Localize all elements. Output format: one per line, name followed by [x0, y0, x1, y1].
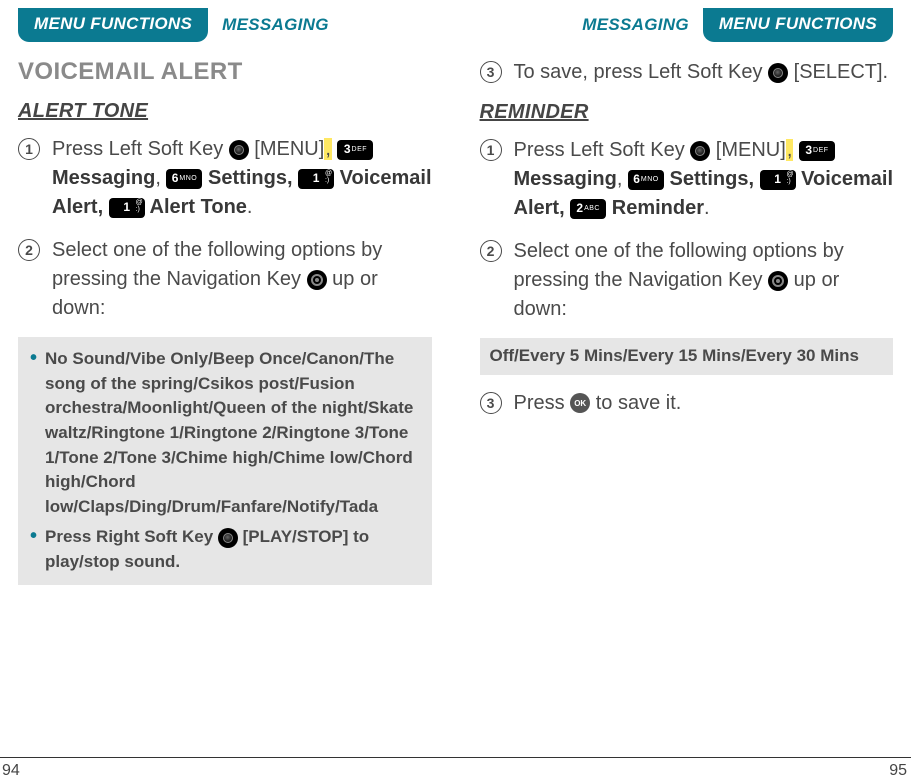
header-left: MENU FUNCTIONS MESSAGING — [18, 8, 432, 42]
text: [MENU] — [249, 138, 325, 160]
step-3: 3 Press OK to save it. — [480, 389, 894, 418]
subhead-alert-tone: ALERT TONE — [18, 100, 432, 123]
text: Off/Every 5 Mins/Every 15 Mins/Every 30 … — [490, 346, 859, 365]
tab-menu-functions: MENU FUNCTIONS — [703, 8, 893, 42]
key-6mno-icon: 6MNO — [166, 169, 202, 189]
steps-reminder-cont: 3 Press OK to save it. — [480, 389, 894, 418]
text: To save, press Left Soft Key — [514, 61, 769, 83]
ok-key-icon: OK — [570, 393, 590, 413]
text: Press Left Soft Key — [52, 138, 229, 160]
options-box-reminder: Off/Every 5 Mins/Every 15 Mins/Every 30 … — [480, 338, 894, 375]
list-item: • No Sound/Vibe Only/Beep Once/Canon/The… — [30, 347, 422, 519]
list-item: • Press Right Soft Key [PLAY/STOP] to pl… — [30, 525, 422, 574]
step-number-2: 2 — [480, 240, 502, 262]
text: Press — [514, 392, 571, 414]
left-soft-key-icon — [229, 140, 249, 160]
text: Press Left Soft Key — [514, 139, 691, 161]
text: Messaging — [514, 168, 617, 190]
step-1: 1 Press Left Soft Key [MENU], 3DEF Messa… — [480, 136, 894, 223]
section-title: VOICEMAIL ALERT — [18, 58, 432, 86]
crumb-messaging: MESSAGING — [222, 15, 329, 35]
key-6mno-icon: 6MNO — [628, 170, 664, 190]
text: Alert Tone — [145, 196, 247, 218]
crumb-messaging: MESSAGING — [582, 15, 689, 35]
highlight: , — [324, 138, 332, 160]
page-95: MESSAGING MENU FUNCTIONS 3 To save, pres… — [456, 0, 911, 782]
key-1-icon: 1@:) — [109, 198, 145, 218]
step-number-1: 1 — [18, 138, 40, 160]
text: Settings, — [664, 168, 754, 190]
steps-continued: 3 To save, press Left Soft Key [SELECT]. — [480, 58, 894, 87]
text: to save it. — [590, 392, 681, 414]
highlight: , — [786, 139, 794, 161]
nav-key-icon — [307, 270, 327, 290]
text: , — [617, 168, 628, 190]
page-94: MENU FUNCTIONS MESSAGING VOICEMAIL ALERT… — [0, 0, 456, 782]
key-2abc-icon: 2ABC — [570, 199, 606, 219]
text: Reminder — [612, 197, 704, 219]
left-soft-key-icon — [768, 63, 788, 83]
header-right: MESSAGING MENU FUNCTIONS — [480, 8, 894, 42]
tab-menu-functions: MENU FUNCTIONS — [18, 8, 208, 42]
steps-alert-tone: 1 Press Left Soft Key [MENU], 3DEF Messa… — [18, 135, 432, 323]
key-1-icon: 1@:) — [760, 170, 796, 190]
text: . — [247, 196, 253, 218]
steps-reminder: 1 Press Left Soft Key [MENU], 3DEF Messa… — [480, 136, 894, 324]
subhead-reminder: REMINDER — [480, 101, 894, 124]
step-number-2: 2 — [18, 239, 40, 261]
step-number-1: 1 — [480, 139, 502, 161]
options-box-alert-tone: • No Sound/Vibe Only/Beep Once/Canon/The… — [18, 337, 432, 585]
bullet-icon: • — [30, 348, 37, 519]
footer-left: 94 — [0, 757, 456, 780]
step-2: 2 Select one of the following options by… — [480, 237, 894, 324]
step-1: 1 Press Left Soft Key [MENU], 3DEF Messa… — [18, 135, 432, 222]
text: Press Right Soft Key — [45, 527, 218, 546]
text: No Sound/Vibe Only/Beep Once/Canon/The s… — [45, 347, 421, 519]
step-2: 2 Select one of the following options by… — [18, 236, 432, 323]
text: Settings, — [202, 167, 292, 189]
text: [MENU] — [710, 139, 786, 161]
step-number-3: 3 — [480, 392, 502, 414]
right-soft-key-icon — [218, 528, 238, 548]
key-1-icon: 1@:) — [298, 169, 334, 189]
text: . — [704, 197, 710, 219]
page-number: 95 — [889, 762, 907, 780]
step-3: 3 To save, press Left Soft Key [SELECT]. — [480, 58, 894, 87]
text: Messaging — [52, 167, 155, 189]
page-number: 94 — [2, 762, 20, 780]
text: , — [155, 167, 166, 189]
footer-right: 95 — [456, 757, 911, 780]
key-3def-icon: 3DEF — [337, 140, 373, 160]
step-number-3: 3 — [480, 61, 502, 83]
nav-key-icon — [768, 271, 788, 291]
bullet-icon: • — [30, 526, 37, 574]
text: [SELECT]. — [788, 61, 888, 83]
key-3def-icon: 3DEF — [799, 141, 835, 161]
left-soft-key-icon — [690, 141, 710, 161]
